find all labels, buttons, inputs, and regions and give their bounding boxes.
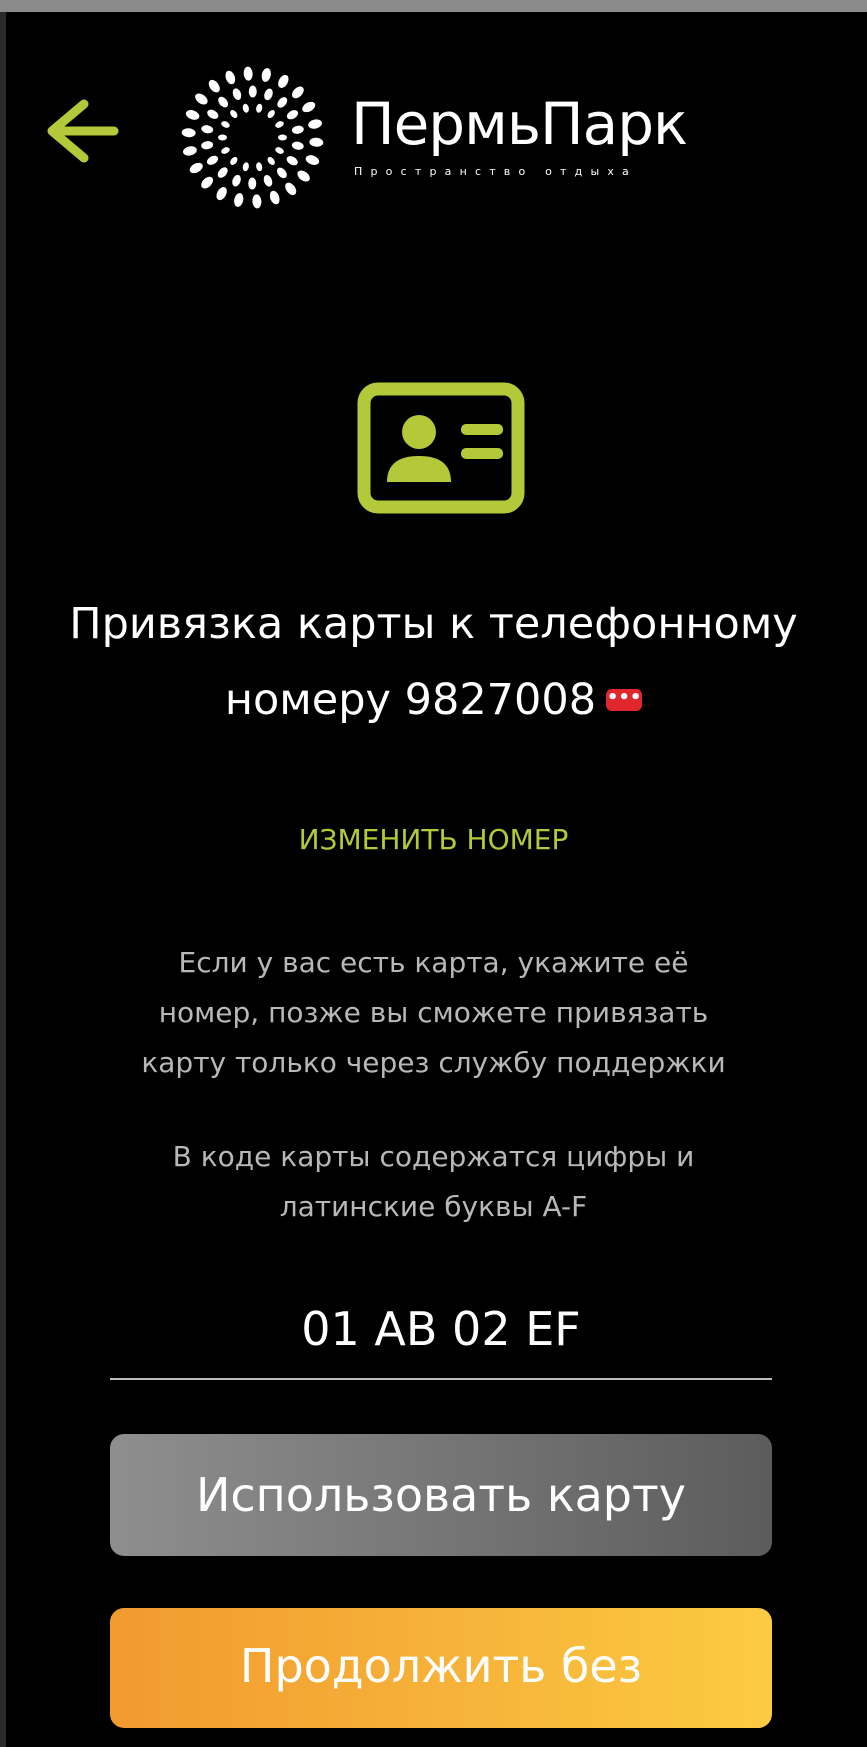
info-text-line: Если у вас есть карта, укажите её (178, 946, 689, 979)
logo-petal (201, 176, 214, 189)
logo-petal (181, 128, 196, 138)
logo-name: ПермьПарк (351, 90, 688, 158)
logo-petal (232, 174, 241, 187)
logo-petal (302, 101, 316, 113)
left-frame-edge (0, 12, 6, 1747)
logo-petal (242, 103, 249, 113)
page-title: Привязка карты к телефонному номеру 9827… (0, 586, 867, 738)
logo-petal (256, 103, 263, 113)
logo-petal (275, 147, 284, 154)
card-code-input[interactable] (110, 1280, 772, 1380)
logo-petal (232, 88, 242, 100)
logo-petal (278, 134, 287, 141)
back-button[interactable] (44, 96, 120, 166)
logo-petal (183, 146, 197, 156)
logo-petal (264, 88, 273, 101)
use-card-button[interactable]: Использовать карту (110, 1434, 772, 1556)
logo-petal (242, 162, 249, 172)
info-text-line: карту только через службу поддержки (141, 1046, 726, 1079)
logo-petal (267, 156, 275, 165)
logo-petal (291, 125, 304, 134)
logo-petal (275, 121, 284, 128)
logo-petal (256, 162, 263, 172)
phone-number-text: номеру 9827008 (224, 675, 597, 725)
logo-petal (278, 74, 289, 88)
logo-petal (225, 70, 236, 85)
logo-petal (189, 162, 203, 174)
logo-petal (216, 187, 227, 201)
logo-petal (230, 156, 238, 165)
top-frame-strip (0, 0, 867, 12)
logo-petal (221, 121, 230, 128)
info-text-line: В коде карты содержатся цифры и (172, 1140, 695, 1173)
info-text-line: номер, позже вы сможете привязать (158, 996, 709, 1029)
logo-petal (201, 125, 214, 134)
arrow-left-icon (47, 99, 119, 163)
info-paragraph-1: Если у вас есть карта, укажите её номер,… (60, 938, 807, 1088)
logo-petal (206, 155, 219, 165)
logo-petal (286, 156, 298, 166)
logo-tagline: Пространство отдыха (354, 165, 637, 178)
logo-petal (305, 155, 320, 165)
logo-petal (201, 141, 214, 150)
id-card-icon (357, 382, 525, 514)
logo-petal (248, 85, 257, 98)
title-line-1: Привязка карты к телефонному (69, 599, 798, 649)
logo-petal (267, 110, 275, 119)
logo-petal (243, 66, 253, 81)
logo-petal (263, 175, 273, 187)
title-line-2: номеру 9827008 ••• (0, 662, 867, 738)
logo-petal (252, 194, 262, 209)
logo-petal (248, 177, 257, 190)
logo-petal (261, 68, 271, 82)
info-text-line: латинские буквы A-F (279, 1190, 588, 1223)
logo-petal (308, 119, 322, 129)
permpark-logo: ПермьПарк Пространство отдыха (170, 55, 730, 220)
sunflower-logo-icon (170, 55, 335, 220)
logo-petal (291, 86, 304, 99)
logo-petal (207, 109, 219, 119)
logo-petal (276, 167, 287, 179)
logo-petal (285, 182, 297, 196)
logo-petal (269, 190, 280, 205)
logo-petal (218, 134, 227, 141)
logo-petal (291, 141, 304, 150)
logo-petal (234, 193, 244, 207)
logo-petal (221, 147, 230, 154)
logo-petal (218, 96, 229, 108)
logo-petal (297, 170, 310, 182)
info-paragraph-2: В коде карты содержатся цифры и латински… (60, 1132, 807, 1232)
logo-petal (195, 93, 208, 105)
masked-digits-badge: ••• (606, 688, 643, 711)
logo-petal (185, 110, 200, 120)
logo-petal (277, 97, 288, 108)
logo-petal (286, 110, 299, 120)
logo-petal (230, 110, 238, 119)
change-number-link[interactable]: ИЗМЕНИТЬ НОМЕР (0, 818, 867, 862)
continue-without-button[interactable]: Продолжить без (110, 1608, 772, 1728)
logo-petal (208, 79, 220, 93)
logo-petal (217, 167, 228, 178)
logo-petal (309, 137, 324, 147)
